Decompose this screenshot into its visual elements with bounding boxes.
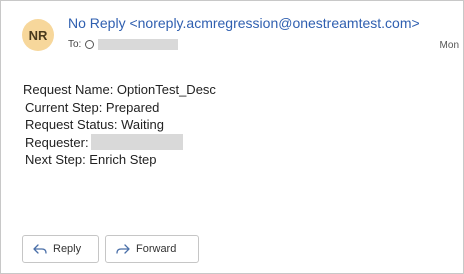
to-label: To: [68, 39, 82, 50]
message-body: Request Name: OptionTest_Desc Current St… [23, 81, 216, 169]
reply-label: Reply [53, 243, 82, 255]
received-date: Mon [439, 40, 459, 51]
recipient-row: To: [68, 39, 179, 50]
sender-address[interactable]: No Reply <noreply.acmregression@onestrea… [68, 15, 420, 31]
request-name-line: Request Name: OptionTest_Desc [23, 82, 216, 97]
avatar-initials: NR [28, 27, 48, 43]
recipient-status-icon [85, 40, 95, 49]
forward-label: Forward [136, 243, 177, 255]
email-message-pane: NR No Reply <noreply.acmregression@onest… [0, 0, 464, 274]
forward-arrow-icon [116, 243, 130, 255]
redacted-recipient [98, 39, 179, 50]
redacted-requester [90, 133, 183, 150]
reply-arrow-icon [33, 243, 47, 255]
request-status-line: Request Status: Waiting [25, 117, 164, 133]
next-step-line: Next Step: Enrich Step [25, 152, 157, 168]
current-step-line: Current Step: Prepared [25, 99, 160, 115]
requester-line: Requester: [23, 133, 216, 152]
reply-button[interactable]: Reply [22, 235, 99, 263]
forward-button[interactable]: Forward [105, 235, 199, 263]
sender-avatar: NR [22, 19, 54, 51]
requester-label: Requester: [25, 134, 89, 150]
